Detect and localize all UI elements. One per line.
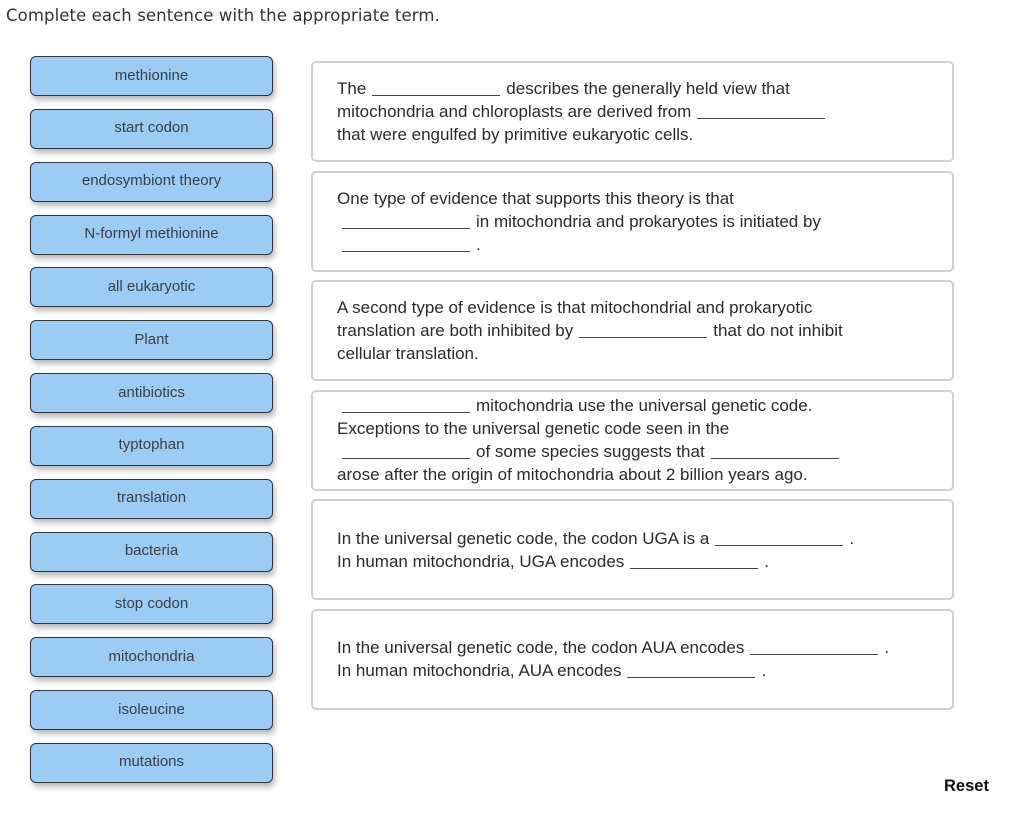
sentence-box: A second type of evidence is that mitoch… [311,280,954,382]
term-tile[interactable]: mitochondria [30,637,273,678]
term-tile[interactable]: antibiotics [30,373,273,414]
term-tile[interactable]: mutations [30,742,273,783]
sentence-fragment: In the universal genetic code, the codon… [337,638,745,658]
sentence-fragment: In human mitochondria, AUA encodes [337,661,622,681]
sentence-fragment: . [849,528,855,548]
term-tile[interactable]: N-formyl methionine [30,214,273,255]
sentence-text: The describes the generally held view tha… [337,77,831,146]
sentence-fragment: A second type of evidence is that mitoch… [337,298,813,318]
answer-drop-target[interactable] [697,102,826,119]
sentence-fragment: . [476,234,481,254]
sentence-fragment: In the universal genetic code, the codon… [337,528,710,548]
sentence-fragment: mitochondria and chloroplasts are derive… [337,102,692,121]
sentence-fragment: In human mitochondria, UGA encodes [337,551,625,571]
term-tile[interactable]: endosymbiont theory [30,161,273,202]
sentence-box: The describes the generally held view tha… [311,61,954,162]
sentence-text: In the universal genetic code, the codon… [337,527,854,573]
reset-button[interactable]: Reset [944,777,989,796]
answer-drop-target[interactable] [627,661,756,679]
term-tile[interactable]: typtophan [30,425,273,466]
term-tile[interactable]: start codon [30,108,273,149]
sentence-text: One type of evidence that supports this … [337,187,821,256]
sentence-fragment: translation are both inhibited by [337,321,574,341]
sentence-fragment: that do not inhibit [713,321,843,341]
answer-drop-target[interactable] [342,442,470,460]
answer-drop-target[interactable] [710,442,839,460]
sentence-fragment: describes the generally held view that [506,79,790,98]
answer-drop-target[interactable] [342,235,470,252]
answer-drop-target[interactable] [342,396,470,414]
sentence-fragment: of some species suggests that [476,442,705,462]
sentence-text: mitochondria use the universal genetic c… [337,394,845,486]
sentence-box: mitochondria use the universal genetic c… [311,389,954,491]
sentence-box: In the universal genetic code, the codon… [311,499,954,601]
sentence-fragment: mitochondria use the universal genetic c… [476,396,813,416]
sentence-fragment: . [764,551,770,571]
instructions-text: Complete each sentence with the appropri… [6,6,440,25]
sentence-fragment: cellular translation. [337,344,479,364]
term-tile[interactable]: all eukaryotic [30,267,273,308]
sentence-text: A second type of evidence is that mitoch… [337,296,843,365]
sentence-list: The describes the generally held view tha… [311,61,954,719]
sentence-box: In the universal genetic code, the codon… [311,608,954,710]
term-tile[interactable]: translation [30,478,273,519]
answer-drop-target[interactable] [372,79,501,96]
sentence-fragment: . [761,661,767,681]
sentence-fragment: that were engulfed by primitive eukaryot… [337,125,694,144]
term-tile[interactable]: stop codon [30,584,273,625]
answer-drop-target[interactable] [715,529,844,546]
sentence-text: In the universal genetic code, the codon… [337,636,889,682]
sentence-fragment: arose after the origin of mitochondria a… [337,465,808,485]
sentence-fragment: in mitochondria and prokaryotes is initi… [476,211,821,231]
term-tile[interactable]: Plant [30,320,273,361]
sentence-fragment: . [884,638,890,658]
answer-drop-target[interactable] [630,552,759,569]
sentence-box: One type of evidence that supports this … [311,170,954,272]
term-tile[interactable]: isoleucine [30,690,273,731]
answer-drop-target[interactable] [750,638,879,656]
term-tile[interactable]: bacteria [30,531,273,572]
sentence-fragment: Exceptions to the universal genetic code… [337,419,730,439]
term-tile[interactable]: methionine [30,56,273,96]
sentence-fragment: One type of evidence that supports this … [337,188,734,208]
answer-drop-target[interactable] [579,321,708,339]
answer-drop-target[interactable] [342,212,470,229]
sentence-fragment: The [337,79,367,98]
term-bank: methionine start codon endosymbiont theory… [30,56,274,796]
